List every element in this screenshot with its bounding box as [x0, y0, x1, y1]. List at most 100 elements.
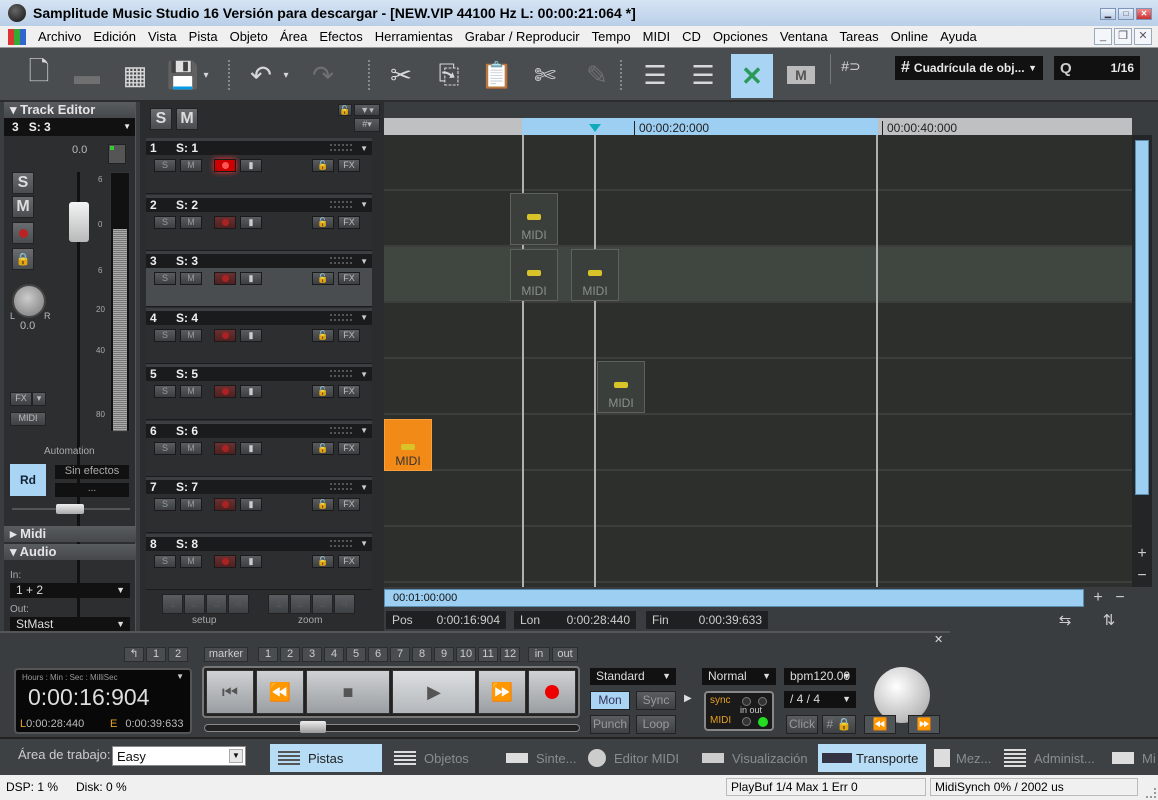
jog-forward-button[interactable]: ⏩: [908, 715, 940, 734]
solo-button[interactable]: S: [12, 172, 34, 194]
menu-online[interactable]: Online: [885, 29, 935, 44]
track-solo-button[interactable]: S: [154, 498, 176, 511]
vertical-fit-icon[interactable]: ⇅: [1096, 611, 1122, 629]
time-display[interactable]: Hours : Min : Sec : MilliSec ▼ 0:00:16:9…: [14, 668, 192, 734]
midi-button[interactable]: MIDI: [10, 412, 46, 426]
track-header[interactable]: 1 S: 1 ▼ S M ▮ 🔓 FX: [146, 138, 372, 194]
midi-clip[interactable]: MIDI: [597, 361, 645, 413]
punch-button[interactable]: Punch: [590, 715, 630, 734]
marker-button-7[interactable]: 7: [390, 647, 410, 662]
menu-cd[interactable]: CD: [676, 29, 707, 44]
midi-section-header[interactable]: ▸ Midi: [4, 526, 136, 542]
track-menu-chevron-icon[interactable]: ▼: [360, 313, 368, 322]
track-mute-button[interactable]: M: [180, 554, 202, 568]
track-mute-button[interactable]: M: [180, 441, 202, 455]
marker-nav-2[interactable]: 2: [168, 647, 188, 662]
folder-icon[interactable]: ▬: [68, 56, 106, 94]
filter-dropdown-icon[interactable]: ▼▾: [354, 104, 380, 116]
setup-preset-1[interactable]: 1: [162, 594, 183, 614]
track-lock-icon[interactable]: 🔓: [312, 159, 334, 172]
midi-clip[interactable]: MIDI: [510, 249, 558, 301]
vertical-zoom-out-button[interactable]: −: [1132, 567, 1152, 585]
track-menu-chevron-icon[interactable]: ▼: [360, 426, 368, 435]
track-menu-chevron-icon[interactable]: ▼: [360, 370, 368, 379]
length-display[interactable]: Lon 0:00:28:440: [514, 611, 636, 629]
audio-input-select[interactable]: 1 + 2 ▼: [10, 583, 130, 598]
track-monitor-icon[interactable]: ▮: [240, 498, 262, 511]
track-solo-button[interactable]: S: [154, 159, 176, 172]
track-solo-button[interactable]: S: [154, 328, 176, 342]
track-name[interactable]: S: 4: [176, 311, 198, 325]
track-fx-button[interactable]: FX: [338, 554, 360, 568]
rewind-to-start-button[interactable]: ⏮: [206, 670, 254, 714]
scissors-icon[interactable]: ✂: [382, 56, 420, 94]
track-lock-icon[interactable]: 🔓: [312, 328, 334, 342]
record-transport-button[interactable]: [528, 670, 576, 714]
tab-editor-midi[interactable]: Editor MIDI: [580, 744, 692, 772]
transport-mode-select[interactable]: Standard ▼: [590, 668, 676, 685]
align-right-icon[interactable]: ☰: [684, 56, 722, 94]
effects-slot[interactable]: Sin efectos: [55, 465, 129, 479]
track-lock-icon[interactable]: 🔓: [312, 385, 334, 398]
document-icon[interactable]: [8, 28, 26, 45]
menu-vista[interactable]: Vista: [142, 29, 183, 44]
tab-mi[interactable]: Mi: [1104, 744, 1158, 772]
global-mute-button[interactable]: M: [176, 108, 198, 130]
track-header[interactable]: 2 S: 2 ▼ S M ▮ 🔓 FX: [146, 194, 372, 251]
marker-button-9[interactable]: 9: [434, 647, 454, 662]
track-fx-button[interactable]: FX: [338, 215, 360, 229]
stop-button[interactable]: ■: [306, 670, 390, 714]
track-name[interactable]: S: 3: [176, 254, 198, 268]
redo-icon[interactable]: ↷: [304, 56, 342, 94]
automation-slider-handle[interactable]: [56, 504, 84, 514]
pen-icon[interactable]: ✎: [578, 56, 616, 94]
track-lane[interactable]: [384, 247, 1132, 303]
track-mute-button[interactable]: M: [180, 215, 202, 229]
horizontal-zoom-out-button[interactable]: −: [1110, 589, 1130, 607]
track-lock-icon[interactable]: 🔓: [312, 441, 334, 455]
track-record-button[interactable]: [214, 328, 236, 342]
track-mute-button[interactable]: M: [180, 159, 202, 172]
effects-sub-slot[interactable]: ...: [55, 483, 129, 497]
zoom-preset-2[interactable]: 2: [290, 594, 311, 614]
time-ruler[interactable]: 00:00:20:000 00:00:40:000: [384, 118, 1132, 135]
track-lock-icon[interactable]: 🔓: [312, 554, 334, 568]
grid-mode-select[interactable]: # Cuadrícula de obj... ▼: [895, 56, 1043, 80]
minimize-button[interactable]: ▁: [1100, 8, 1116, 20]
zoom-preset-1[interactable]: 1: [268, 594, 289, 614]
lock-icon[interactable]: 🔓: [338, 104, 352, 116]
crossfade-x-icon[interactable]: ✕: [731, 54, 773, 98]
track-record-button[interactable]: [214, 215, 236, 229]
track-menu-chevron-icon[interactable]: ▼: [360, 539, 368, 548]
track-monitor-icon[interactable]: ▮: [240, 385, 262, 398]
setup-preset-2[interactable]: 2: [184, 594, 205, 614]
mute-button[interactable]: M: [12, 196, 34, 218]
marker-nav-1[interactable]: 1: [146, 647, 166, 662]
undo-icon[interactable]: ↶: [242, 56, 280, 94]
track-editor-header[interactable]: ▾ Track Editor: [4, 102, 135, 118]
rewind-button[interactable]: ⏪: [256, 670, 304, 714]
track-solo-button[interactable]: S: [154, 272, 176, 285]
track-mute-button[interactable]: M: [180, 498, 202, 511]
track-solo-button[interactable]: S: [154, 554, 176, 568]
track-monitor-icon[interactable]: ▮: [240, 441, 262, 455]
track-header[interactable]: 8 S: 8 ▼ S M ▮ 🔓 FX: [146, 533, 372, 590]
marker-button-5[interactable]: 5: [346, 647, 366, 662]
vertical-scrollbar[interactable]: + −: [1132, 135, 1152, 587]
vertical-zoom-in-button[interactable]: +: [1132, 545, 1152, 563]
menu-archivo[interactable]: Archivo: [32, 29, 87, 44]
track-monitor-icon[interactable]: ▮: [240, 328, 262, 342]
track-title[interactable]: 7 S: 7 ▼: [146, 480, 372, 494]
track-lane[interactable]: [384, 135, 1132, 191]
marker-button-2[interactable]: 2: [280, 647, 300, 662]
sync-button[interactable]: Sync: [636, 691, 676, 710]
playhead-marker-icon[interactable]: [589, 124, 601, 132]
playhead-line[interactable]: [594, 135, 596, 587]
marker-button-8[interactable]: 8: [412, 647, 432, 662]
menu-area[interactable]: Área: [274, 29, 313, 44]
track-menu-chevron-icon[interactable]: ▼: [360, 483, 368, 492]
track-header[interactable]: 6 S: 6 ▼ S M ▮ 🔓 FX: [146, 420, 372, 477]
marker-in-button[interactable]: in: [528, 647, 550, 662]
loop-button[interactable]: Loop: [636, 715, 676, 734]
zoom-preset-4[interactable]: 4: [334, 594, 355, 614]
